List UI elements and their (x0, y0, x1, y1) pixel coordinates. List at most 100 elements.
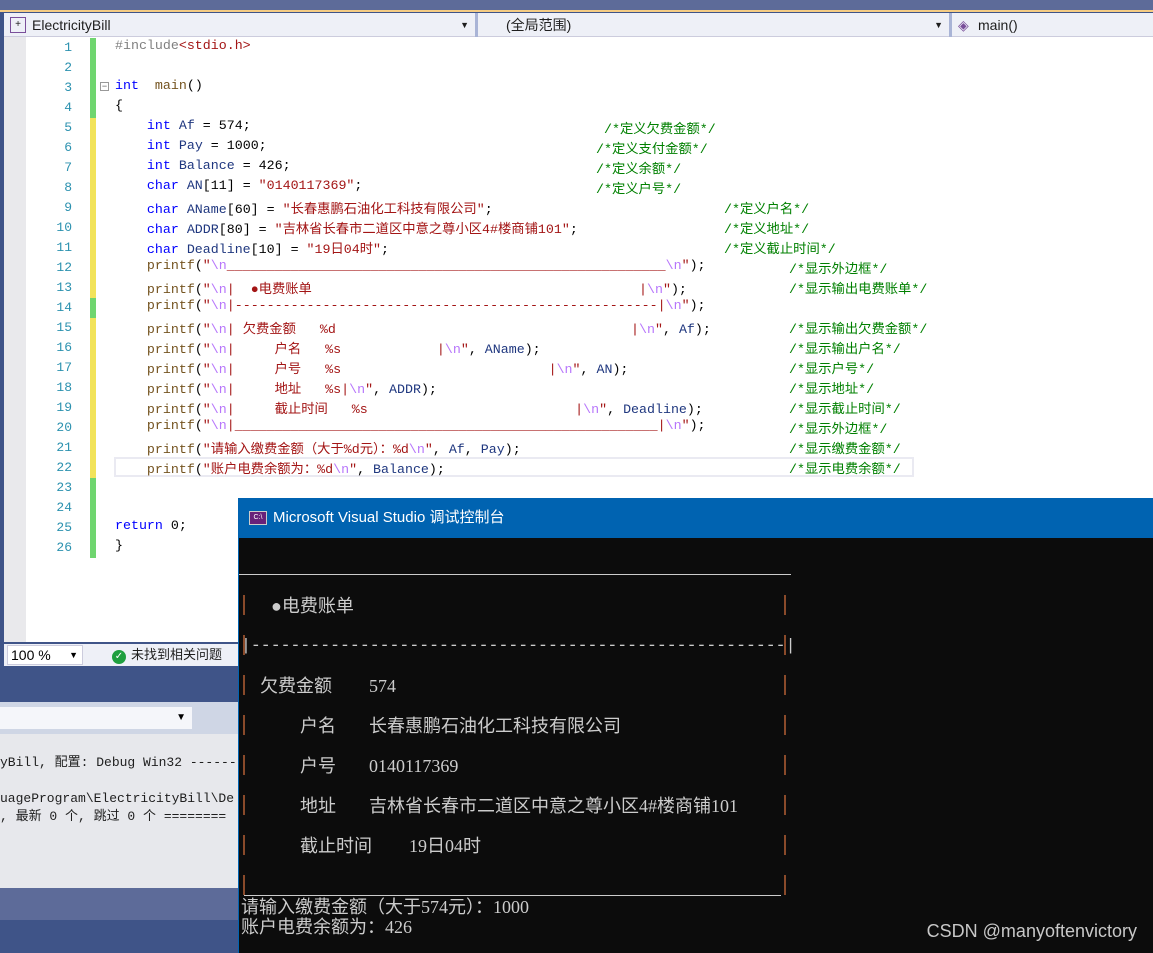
code-line[interactable]: printf("\n|_____________________________… (115, 418, 706, 438)
code-line[interactable]: } (115, 538, 123, 558)
code-token: } (115, 538, 123, 553)
change-tracking-mark (90, 338, 96, 358)
code-token: \n (444, 342, 461, 357)
code-token: \n (210, 382, 227, 397)
code-line[interactable]: printf("\n______________________________… (115, 258, 706, 278)
row-value: 0140117369 (369, 756, 459, 776)
code-token: [11] = (202, 178, 259, 193)
code-token: \n (647, 282, 663, 297)
code-token: printf (146, 382, 195, 397)
code-line[interactable]: char Deadline[10] = "19日04时"; (115, 238, 389, 258)
code-line[interactable]: return 0; (115, 518, 187, 538)
code-token: Deadline (186, 242, 251, 257)
code-token: "账户电费余额为：%d (202, 462, 334, 477)
border-bar (784, 675, 786, 695)
change-tracking-mark (90, 138, 96, 158)
zoom-dropdown[interactable]: 100 % ▼ (7, 645, 83, 665)
output-panel[interactable]: yBill, 配置: Debug Win32 ------ uageProgra… (0, 734, 238, 888)
code-token: int (146, 158, 171, 173)
debug-console-window[interactable]: C:\ Microsoft Visual Studio 调试控制台 ●电费账单 … (238, 498, 1153, 953)
code-token: 0; (162, 518, 187, 533)
change-tracking-mark (90, 498, 96, 518)
code-comment: /*定义户号*/ (596, 182, 682, 197)
output-source-dropdown[interactable]: ▼ (0, 707, 192, 729)
code-token: "长春惠鹏石油化工科技有限公司" (282, 202, 485, 217)
project-name: ElectricityBill (32, 17, 111, 33)
console-title-bar[interactable]: C:\ Microsoft Visual Studio 调试控制台 (239, 498, 1153, 538)
code-token: ( (194, 402, 203, 417)
code-token: , (357, 462, 374, 477)
code-line[interactable]: #include<stdio.h> (115, 38, 251, 58)
code-token: char (146, 222, 179, 237)
code-line[interactable]: int Pay = 1000; (115, 138, 267, 158)
code-token: <stdio.h> (178, 38, 251, 53)
scope-dropdown[interactable]: (全局范围) ▼ (478, 13, 952, 37)
line-number: 26 (56, 540, 72, 555)
code-line[interactable]: printf("\n| 户号 %s |\n", AN); (115, 358, 629, 378)
code-token: " (681, 298, 690, 313)
code-line[interactable]: char ADDR[80] = "吉林省长春市二道区中意之尊小区4#楼商铺101… (115, 218, 578, 238)
code-token: ; (354, 178, 363, 193)
code-token: , (432, 442, 449, 457)
code-token: int (146, 118, 171, 133)
code-token: ADDR (389, 382, 421, 397)
border-bar (784, 595, 786, 615)
issues-indicator[interactable]: ✓ 未找到相关问题 (112, 644, 222, 666)
issues-text: 未找到相关问题 (131, 647, 223, 662)
code-token: ); (694, 322, 711, 337)
line-number: 17 (56, 360, 72, 375)
line-number: 21 (56, 440, 72, 455)
code-token: " (202, 298, 211, 313)
chevron-down-icon: ▼ (460, 20, 469, 30)
code-token: \n (556, 362, 573, 377)
code-line[interactable]: { (115, 98, 123, 118)
project-dropdown[interactable]: + ElectricityBill ▼ (4, 13, 478, 37)
code-token: "请输入缴费金额（大于%d元）：%d (202, 442, 409, 457)
code-comment: /*显示输出欠费金额*/ (789, 322, 928, 337)
code-line[interactable]: printf("\n| 户名 %s |\n", AName); (115, 338, 541, 358)
code-token: printf (146, 342, 195, 357)
code-line[interactable]: int Balance = 426; (115, 158, 291, 178)
line-number: 1 (64, 40, 72, 55)
code-token: ); (689, 298, 706, 313)
code-line[interactable]: printf("请输入缴费金额（大于%d元）：%d\n", Af, Pay); (115, 438, 521, 458)
code-token: ; (569, 222, 578, 237)
code-token: | 截止时间 %s | (226, 402, 584, 417)
border-bar (243, 675, 245, 695)
code-token: ; (484, 202, 493, 217)
code-line[interactable]: printf("\n| 地址 %s|\n", ADDR); (115, 378, 437, 398)
code-token: Deadline (623, 402, 687, 417)
code-token: \n (333, 462, 350, 477)
code-line[interactable]: printf("\n| ●电费账单 |\n"); (115, 278, 687, 298)
code-token: \n (210, 402, 227, 417)
code-token: " (681, 418, 690, 433)
code-line[interactable]: int Af = 574; (115, 118, 251, 138)
collapse-icon[interactable]: − (100, 82, 109, 91)
code-line[interactable]: printf("账户电费余额为：%d\n", Balance); (115, 458, 445, 478)
member-dropdown[interactable]: ◈ main() (952, 13, 1153, 37)
code-line[interactable]: char AName[60] = "长春惠鹏石油化工科技有限公司"; (115, 198, 493, 218)
code-token: , (662, 322, 679, 337)
code-line[interactable]: char AN[11] = "0140117369"; (115, 178, 362, 198)
code-token: \n (210, 322, 227, 337)
code-token: ); (504, 442, 521, 457)
code-token: { (115, 98, 123, 113)
code-token: "吉林省长春市二道区中意之尊小区4#楼商铺101" (274, 222, 570, 237)
console-title: Microsoft Visual Studio 调试控制台 (273, 509, 505, 526)
code-token: printf (146, 462, 195, 477)
code-line[interactable]: printf("\n| 截止时间 %s |\n", Deadline); (115, 398, 703, 418)
code-token: \n (210, 298, 227, 313)
code-line[interactable]: int main() (115, 78, 203, 98)
border-bar (784, 635, 786, 655)
code-comment: /*定义截止时间*/ (724, 242, 836, 257)
code-line[interactable]: printf("\n|-----------------------------… (115, 298, 706, 318)
output-line: yBill, 配置: Debug Win32 ------ (0, 755, 237, 770)
code-line[interactable]: printf("\n| 欠费金额 %d |\n", Af); (115, 318, 711, 338)
row-value: 长春惠鹏石油化工科技有限公司 (369, 716, 621, 736)
